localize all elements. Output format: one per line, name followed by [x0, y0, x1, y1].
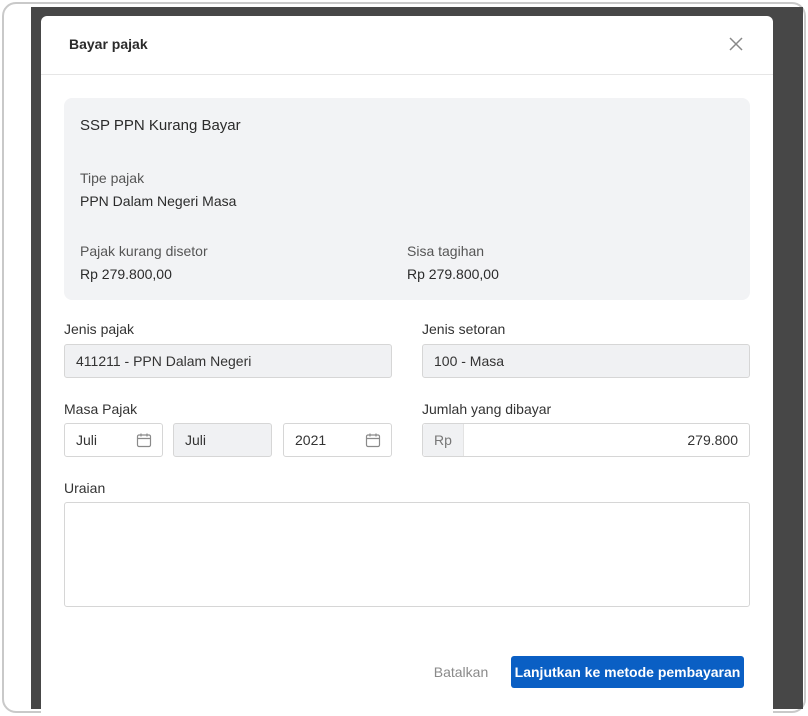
close-button[interactable]	[725, 36, 747, 54]
amount-paid-label: Jumlah yang dibayar	[422, 401, 552, 417]
period-start-month-picker[interactable]: Juli	[64, 423, 163, 457]
continue-to-payment-button[interactable]: Lanjutkan ke metode pembayaran	[511, 656, 744, 688]
modal-title: Bayar pajak	[69, 36, 148, 52]
calendar-icon	[136, 433, 152, 448]
remaining-bill-label: Sisa tagihan	[407, 243, 485, 259]
remaining-bill-value: Rp 279.800,00	[407, 266, 499, 282]
tax-period-label: Masa Pajak	[64, 401, 138, 417]
tax-type-value: PPN Dalam Negeri Masa	[80, 193, 237, 209]
deposit-kind-label: Jenis setoran	[422, 321, 506, 337]
tax-kind-field[interactable]: 411211 - PPN Dalam Negeri	[64, 344, 392, 378]
tax-summary-card: SSP PPN Kurang Bayar Tipe pajak PPN Dala…	[64, 98, 750, 300]
currency-prefix: Rp	[423, 424, 464, 456]
underpaid-label: Pajak kurang disetor	[80, 243, 208, 259]
period-end-month-field[interactable]: Juli	[173, 423, 272, 457]
summary-title: SSP PPN Kurang Bayar	[80, 117, 241, 134]
description-textarea[interactable]	[64, 502, 750, 607]
period-start-month-value: Juli	[76, 432, 98, 448]
amount-paid-value: 279.800	[687, 432, 738, 448]
modal-header: Bayar pajak	[41, 16, 773, 75]
period-year-picker[interactable]: 2021	[283, 423, 392, 457]
amount-paid-input[interactable]: Rp 279.800	[422, 423, 750, 457]
period-year-value: 2021	[295, 432, 327, 448]
calendar-icon	[365, 433, 381, 448]
description-label: Uraian	[64, 480, 106, 496]
tax-kind-label: Jenis pajak	[64, 321, 135, 337]
cancel-button[interactable]: Batalkan	[411, 656, 511, 688]
tax-type-label: Tipe pajak	[80, 170, 145, 186]
pay-tax-modal: Bayar pajak SSP PPN Kurang Bayar Tipe pa…	[41, 16, 773, 716]
deposit-kind-field[interactable]: 100 - Masa	[422, 344, 750, 378]
underpaid-value: Rp 279.800,00	[80, 266, 172, 282]
close-icon	[729, 37, 743, 51]
